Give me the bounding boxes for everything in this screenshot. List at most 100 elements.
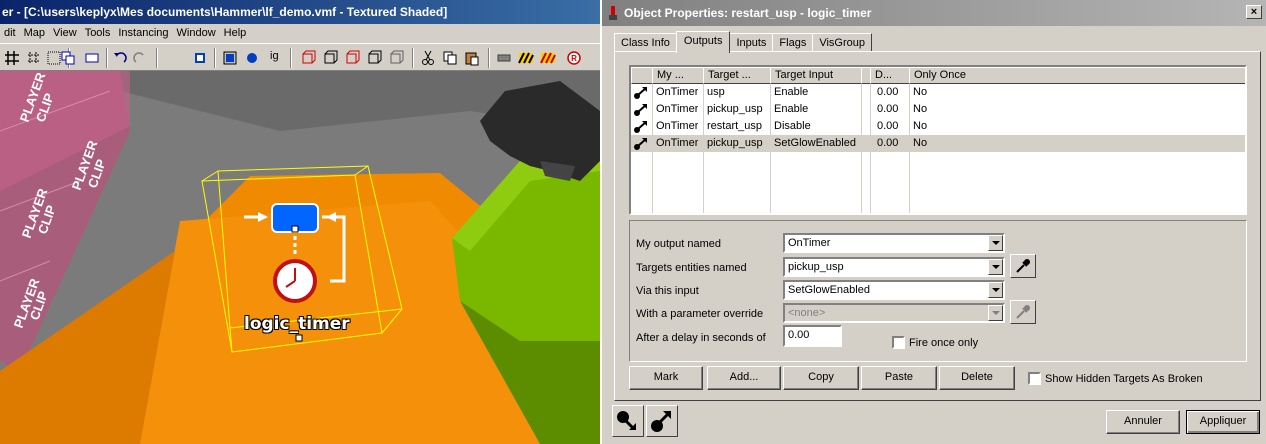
chevron-down-icon[interactable] <box>988 235 1003 251</box>
menu-help[interactable]: Help <box>220 24 251 43</box>
dialog-title-bar: Object Properties: restart_usp - logic_t… <box>602 0 1266 26</box>
show-inputs-button[interactable] <box>646 405 678 437</box>
grid-icon[interactable] <box>4 50 20 66</box>
cell-once: No <box>913 120 928 132</box>
col-my-output[interactable]: My ... <box>652 67 704 84</box>
cube-red2-icon[interactable] <box>344 50 360 66</box>
input-combo[interactable]: SetGlowEnabled <box>783 280 1005 300</box>
col-delay[interactable]: D... <box>870 67 910 84</box>
cut-icon[interactable] <box>420 50 436 66</box>
tab-strip: Class Info Outputs Inputs Flags VisGroup <box>614 31 872 53</box>
cube2-icon[interactable] <box>366 50 382 66</box>
cube3-icon[interactable] <box>388 50 404 66</box>
targets-combo[interactable]: pickup_usp <box>783 257 1005 277</box>
add-button[interactable]: Add... <box>707 366 781 390</box>
chevron-down-icon[interactable] <box>988 259 1003 275</box>
fire-once-label: Fire once only <box>909 337 979 349</box>
show-hidden-label: Show Hidden Targets As Broken <box>1045 373 1203 385</box>
eyedropper-icon <box>1016 305 1030 319</box>
table-row[interactable]: OnTimer restart_usp Disable 0.00 No <box>631 118 1245 135</box>
table-row[interactable]: OnTimer pickup_usp Enable 0.00 No <box>631 101 1245 118</box>
output-label: My output named <box>636 238 721 250</box>
cell-once: No <box>913 86 928 98</box>
tab-class-info[interactable]: Class Info <box>614 33 677 52</box>
chevron-down-icon[interactable] <box>988 305 1003 321</box>
menu-edit[interactable]: dit <box>0 24 20 43</box>
cell-input: Enable <box>774 86 809 98</box>
outputs-list-header: My ... Target ... Target Input D... Only… <box>631 67 1245 84</box>
delete-button[interactable]: Delete <box>939 366 1015 390</box>
chevron-down-icon[interactable] <box>988 282 1003 298</box>
cube-icon[interactable] <box>322 50 338 66</box>
table-row[interactable]: OnTimer usp Enable 0.00 No <box>631 84 1245 101</box>
hazard2-icon[interactable] <box>540 50 556 66</box>
tab-visgroup[interactable]: VisGroup <box>812 33 872 52</box>
redo-icon[interactable] <box>132 50 148 66</box>
3d-viewport[interactable]: PLAYER CLIP PLAYER CLIP PLAYER CLIP PLAY… <box>0 71 600 444</box>
paste-button[interactable]: Paste <box>861 366 937 390</box>
menu-tools[interactable]: Tools <box>81 24 115 43</box>
param-label: With a parameter override <box>636 308 764 320</box>
menu-bar: dit Map View Tools Instancing Window Help <box>0 24 600 43</box>
hide-icon[interactable] <box>496 50 512 66</box>
targets-value: pickup_usp <box>788 261 844 273</box>
outputs-list[interactable]: My ... Target ... Target Input D... Only… <box>629 65 1247 215</box>
menu-map[interactable]: Map <box>20 24 49 43</box>
show-hidden-checkbox[interactable] <box>1028 372 1041 385</box>
col-only-once[interactable]: Only Once <box>909 67 1245 84</box>
output-combo[interactable]: OnTimer <box>783 233 1005 253</box>
copy-icon[interactable] <box>442 50 458 66</box>
cell-delay: 0.00 <box>877 137 899 149</box>
copy-button[interactable]: Copy <box>783 366 859 390</box>
record-icon[interactable]: R <box>566 50 582 66</box>
param-value: <none> <box>788 307 826 319</box>
texture-icon[interactable] <box>192 50 208 66</box>
paste-icon[interactable] <box>464 50 480 66</box>
delay-input[interactable]: 0.00 <box>783 325 842 347</box>
cell-target: usp <box>707 86 725 98</box>
cell-input: Disable <box>774 120 811 132</box>
param-combo[interactable]: <none> <box>783 303 1005 323</box>
connection-icon <box>634 87 647 99</box>
tab-flags[interactable]: Flags <box>772 33 814 52</box>
cell-delay: 0.00 <box>877 86 899 98</box>
mark-button[interactable]: Mark <box>629 366 703 390</box>
grid-dots-icon[interactable] <box>26 50 42 66</box>
undo-icon[interactable] <box>112 50 128 66</box>
close-button[interactable]: × <box>1246 5 1262 19</box>
table-row-selected[interactable]: OnTimer pickup_usp SetGlowEnabled 0.00 N… <box>631 135 1245 152</box>
col-icon[interactable] <box>631 67 653 84</box>
selection-icon[interactable] <box>222 50 238 66</box>
hazard-icon[interactable] <box>518 50 534 66</box>
show-outputs-button[interactable] <box>612 405 644 437</box>
entity-label: logic_timer <box>244 314 350 334</box>
output-connection-icon <box>617 411 636 431</box>
apply-button[interactable]: Appliquer <box>1186 410 1260 434</box>
col-target[interactable]: Target ... <box>703 67 771 84</box>
cell-delay: 0.00 <box>877 103 899 115</box>
cell-input: SetGlowEnabled <box>774 137 856 149</box>
group-icon[interactable] <box>84 50 100 66</box>
eyedropper-icon <box>1016 259 1030 273</box>
col-target-input[interactable]: Target Input <box>770 67 862 84</box>
carve-icon[interactable] <box>60 50 76 66</box>
connection-icon <box>634 104 647 116</box>
hammer-title-bar: er - [C:\users\keplyx\Mes documents\Hamm… <box>0 0 600 24</box>
fire-once-checkbox[interactable] <box>892 336 905 349</box>
input-label: Via this input <box>636 285 699 297</box>
target-picker-button[interactable] <box>1010 254 1036 278</box>
param-picker-button[interactable] <box>1010 300 1036 324</box>
menu-view[interactable]: View <box>49 24 81 43</box>
menu-instancing[interactable]: Instancing <box>114 24 172 43</box>
cell-delay: 0.00 <box>877 120 899 132</box>
cancel-button[interactable]: Annuler <box>1106 410 1180 434</box>
delay-label: After a delay in seconds of <box>636 332 766 344</box>
menu-window[interactable]: Window <box>173 24 220 43</box>
cell-output: OnTimer <box>656 137 699 149</box>
connection-icon <box>634 121 647 133</box>
tab-inputs[interactable]: Inputs <box>729 33 774 52</box>
entity-icon[interactable] <box>244 50 260 66</box>
tab-outputs[interactable]: Outputs <box>675 31 731 53</box>
ig-toggle[interactable]: ig <box>270 50 279 62</box>
cube-red-icon[interactable] <box>300 50 316 66</box>
